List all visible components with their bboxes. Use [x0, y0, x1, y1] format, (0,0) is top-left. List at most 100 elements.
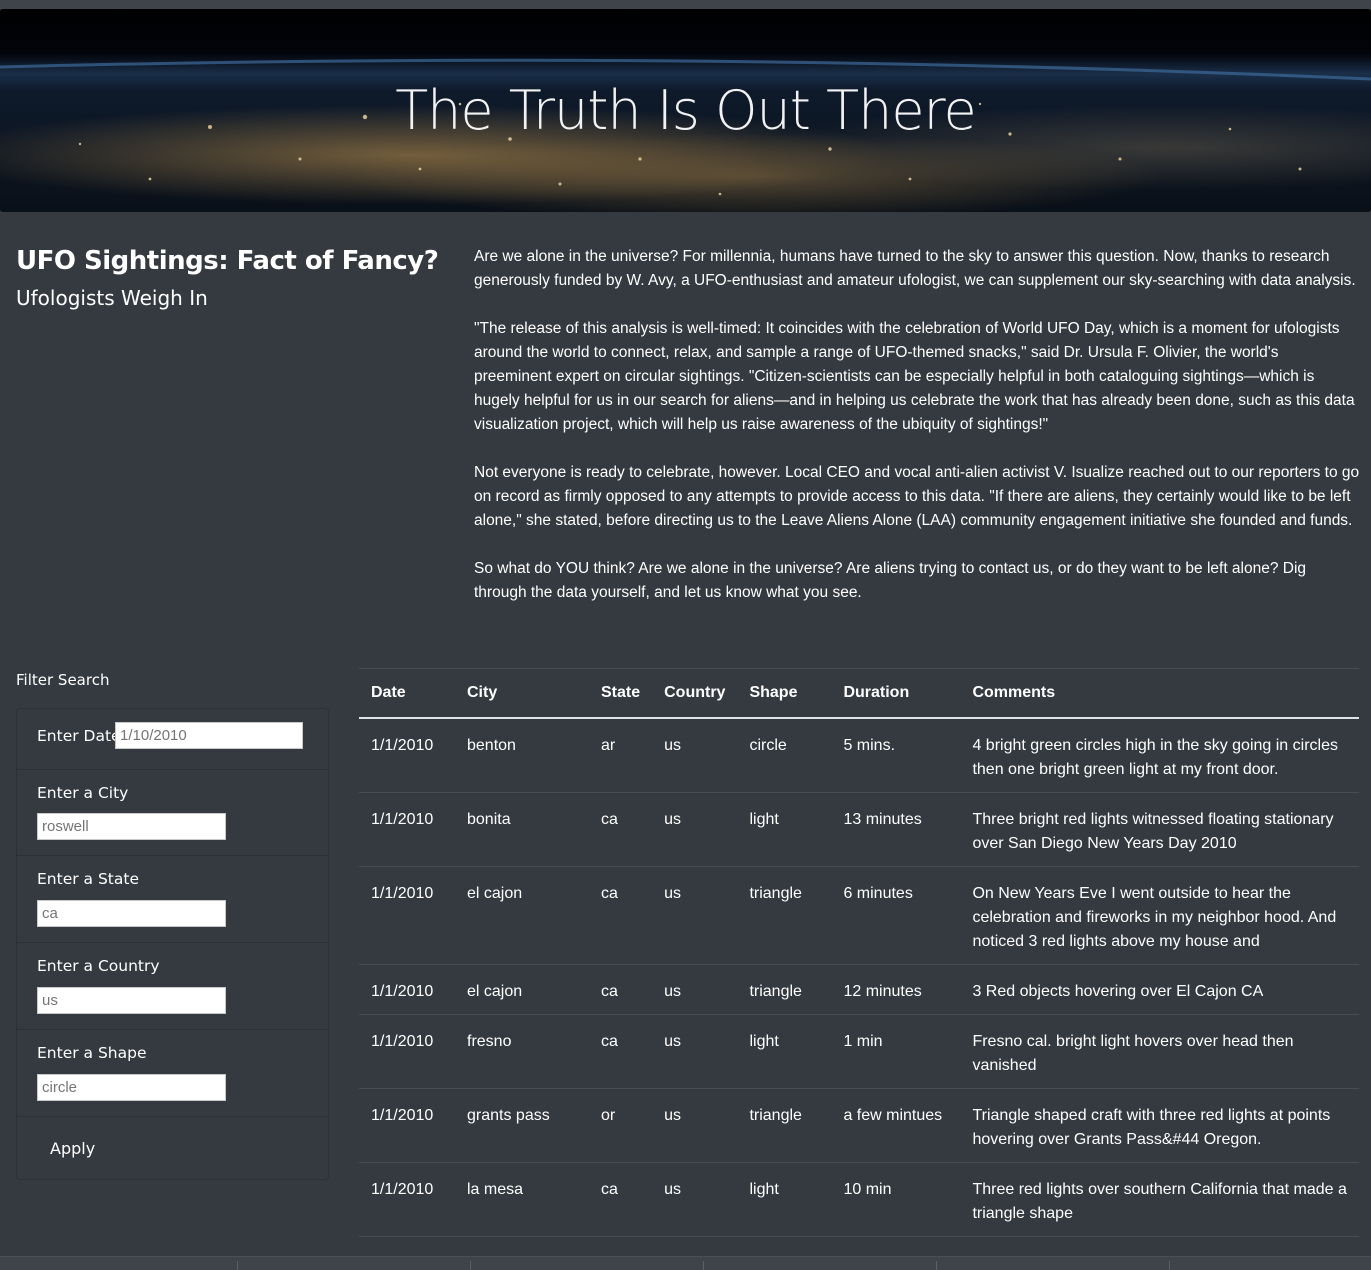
cell-city: el cajon: [455, 964, 589, 1015]
country-input[interactable]: [37, 987, 226, 1014]
table-row: 1/1/2010 grants pass or us triangle a fe…: [359, 1088, 1359, 1163]
filter-panel: Enter Date Enter a City Enter a State En…: [16, 708, 329, 1180]
cell-state: ca: [589, 792, 653, 867]
cell-comments: 4 bright green circles high in the sky g…: [960, 718, 1359, 793]
cell-duration: 6 minutes: [831, 866, 961, 965]
shape-input[interactable]: [37, 1074, 226, 1101]
hero-banner: The Truth Is Out There: [0, 9, 1371, 212]
header-date: Date: [359, 668, 455, 719]
table-row: 1/1/2010 el cajon ca us triangle 6 minut…: [359, 866, 1359, 965]
page-title: The Truth Is Out There: [395, 79, 977, 142]
filter-state: Enter a State: [17, 855, 328, 943]
cell-duration: 10 min: [831, 1162, 961, 1237]
cell-country: us: [652, 1236, 738, 1256]
cell-city: grants pass: [455, 1088, 589, 1163]
article-paragraph: So what do YOU think? Are we alone in th…: [474, 560, 1307, 601]
table-row: 1/1/2010 la mesa ca us light 10 min Thre…: [359, 1162, 1359, 1237]
header-country: Country: [652, 668, 738, 719]
cell-city: bonita: [455, 792, 589, 867]
cell-city: benton: [455, 718, 589, 793]
top-strip: [0, 0, 1371, 9]
cell-date: 1/1/2010: [359, 1162, 455, 1237]
cell-city: el cajon: [455, 866, 589, 965]
country-label: Enter a Country: [37, 957, 160, 975]
cell-date: 1/1/2010: [359, 792, 455, 867]
cell-shape: light: [737, 1236, 832, 1256]
cell-comments: Fresno cal. bright light hovers over hea…: [960, 1014, 1359, 1089]
cell-shape: triangle: [737, 866, 832, 965]
table-row: 1/1/2010 fresno ca us light 1 min Fresno…: [359, 1014, 1359, 1089]
cell-duration: 13 minutes: [831, 792, 961, 867]
date-label: Enter Date: [37, 727, 121, 745]
cell-state: ca: [589, 1162, 653, 1237]
cell-country: us: [652, 866, 738, 965]
cell-comments: 3 Red lights in line pattern above El Ca…: [960, 1236, 1359, 1256]
cell-shape: light: [737, 1162, 832, 1237]
cell-state: or: [589, 1088, 653, 1163]
filter-shape: Enter a Shape: [17, 1029, 328, 1117]
city-input[interactable]: [37, 813, 226, 840]
header-duration: Duration: [831, 668, 961, 719]
cell-state: ca: [589, 964, 653, 1015]
cell-date: 1/1/2010: [359, 1014, 455, 1089]
date-input[interactable]: [115, 722, 303, 749]
header-comments: Comments: [960, 668, 1359, 719]
cell-duration: a few mintues: [831, 1088, 961, 1163]
cell-country: us: [652, 1014, 738, 1089]
table-row: 1/1/2010 bonita ca us light 13 minutes T…: [359, 792, 1359, 867]
article-paragraph: Not everyone is ready to celebrate, howe…: [474, 464, 1360, 529]
article-subheadline: Ufologists Weigh In: [16, 286, 208, 310]
cell-shape: triangle: [737, 964, 832, 1015]
article-paragraph: Are we alone in the universe? For millen…: [474, 248, 1356, 289]
cell-date: 1/1/2010: [359, 964, 455, 1015]
cell-shape: circle: [737, 718, 832, 793]
table-row: 1/1/2010 el cajon ca us triangle 12 minu…: [359, 964, 1359, 1015]
cell-comments: 3 Red objects hovering over El Cajon CA: [960, 964, 1359, 1015]
cell-comments: Triangle shaped craft with three red lig…: [960, 1088, 1359, 1163]
cell-state: ca: [589, 1014, 653, 1089]
table-header-row: Date City State Country Shape Duration C…: [359, 668, 1359, 719]
cell-duration: 5 mins.: [831, 718, 961, 793]
bottom-scroll-bar: [0, 1256, 1371, 1270]
cell-comments: Three red lights over southern Californi…: [960, 1162, 1359, 1237]
city-label: Enter a City: [37, 784, 129, 802]
cell-state: ar: [589, 718, 653, 793]
header-city: City: [455, 668, 589, 719]
cell-country: us: [652, 964, 738, 1015]
cell-country: us: [652, 718, 738, 793]
cell-city: la mesa: [455, 1162, 589, 1237]
article-body: Are we alone in the universe? For millen…: [474, 245, 1360, 629]
shape-label: Enter a Shape: [37, 1044, 147, 1062]
cell-country: us: [652, 1162, 738, 1237]
cell-city: fresno: [455, 1014, 589, 1089]
cell-country: us: [652, 792, 738, 867]
cell-date: 1/1/2010: [359, 718, 455, 793]
state-input[interactable]: [37, 900, 226, 927]
cell-city: lemon grove: [455, 1236, 589, 1256]
ufo-table-container: Date City State Country Shape Duration C…: [359, 668, 1359, 1256]
ufo-table: Date City State Country Shape Duration C…: [359, 668, 1359, 1256]
cell-country: us: [652, 1088, 738, 1163]
cell-date: 1/1/2010: [359, 1088, 455, 1163]
cell-duration: 12 minutes: [831, 964, 961, 1015]
cell-state: ca: [589, 1236, 653, 1256]
cell-date: 1/1/2010: [359, 866, 455, 965]
cell-duration: 1 min: [831, 1014, 961, 1089]
cell-date: 1/1/2010: [359, 1236, 455, 1256]
filter-search-title: Filter Search: [16, 671, 110, 689]
cell-comments: Three bright red lights witnessed floati…: [960, 792, 1359, 867]
filter-city: Enter a City: [17, 769, 328, 856]
cell-duration: about 15: [831, 1236, 961, 1256]
table-row: 1/1/2010 benton ar us circle 5 mins. 4 b…: [359, 718, 1359, 793]
cell-state: ca: [589, 866, 653, 965]
filter-country: Enter a Country: [17, 942, 328, 1030]
header-state: State: [589, 668, 653, 719]
cell-comments: On New Years Eve I went outside to hear …: [960, 866, 1359, 965]
cell-shape: triangle: [737, 1088, 832, 1163]
cell-shape: light: [737, 1014, 832, 1089]
header-shape: Shape: [737, 668, 832, 719]
state-label: Enter a State: [37, 870, 139, 888]
apply-button[interactable]: Apply: [50, 1139, 95, 1158]
cell-shape: light: [737, 792, 832, 867]
article-paragraph: "The release of this analysis is well-ti…: [474, 320, 1355, 433]
